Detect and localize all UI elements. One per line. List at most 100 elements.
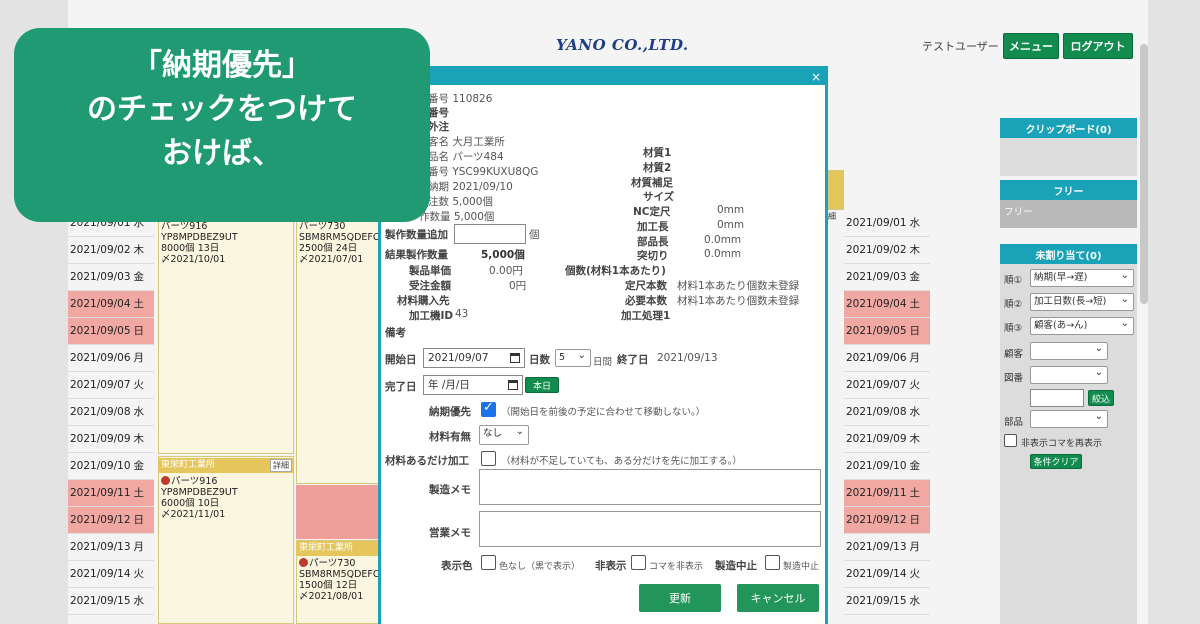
calendar-icon[interactable] — [508, 380, 518, 390]
machine-id: 43 — [455, 308, 469, 320]
proc-label: 加工処理1 — [621, 310, 671, 322]
caption-line-3: おけば、 — [162, 136, 282, 171]
update-button[interactable]: 更新 — [639, 584, 721, 612]
end-date-label: 終了日 — [617, 354, 649, 366]
card-3[interactable]: パーツ916 YP8MPDBEZ9UT 6000個 10日 〆2021/11/0… — [161, 476, 238, 520]
size-label: サイズ — [643, 191, 675, 203]
result-qty-label: 結果製作数量 — [385, 249, 448, 261]
calendar-row: 2021/09/13 月 — [68, 534, 154, 561]
calendar-row: 2021/09/14 火 — [844, 561, 930, 588]
result-qty: 5,000個 — [481, 249, 525, 261]
stop-checkbox[interactable] — [765, 555, 780, 570]
calendar-left: 2021/09/01 水 2021/09/02 木 2021/09/03 金 2021/09… — [68, 210, 154, 615]
sort3-label: 順③ — [1004, 323, 1023, 334]
outsource-label: 外注 — [428, 121, 449, 133]
color-note: 色なし（黒で表示） — [499, 562, 581, 572]
holiday-block — [296, 485, 380, 539]
board-column-right-header — [828, 170, 844, 210]
calendar-row: 2021/09/14 火 — [68, 561, 154, 588]
calendar-row: 2021/09/03 金 — [68, 264, 154, 291]
sort3-select[interactable]: 顧客(あ→ん) — [1030, 316, 1134, 335]
priority-checkbox[interactable] — [481, 400, 496, 417]
dialog-titlebar: × — [381, 69, 825, 85]
clipboard-header[interactable]: クリップボード(0) — [1000, 118, 1137, 138]
page-scrollbar[interactable] — [1140, 44, 1148, 304]
calendar-row: 2021/09/03 金 — [844, 264, 930, 291]
machine-label: 加工機ID — [409, 310, 454, 322]
close-icon[interactable]: × — [811, 69, 821, 85]
calendar-row: 2021/09/06 月 — [68, 345, 154, 372]
logout-button[interactable]: ログアウト — [1063, 33, 1133, 59]
material-label: 材料有無 — [429, 431, 471, 443]
calendar-row: 2021/09/11 土 — [844, 480, 930, 507]
caption-line-1: 「納期優先」 — [132, 48, 312, 83]
add-qty-unit: 個 — [529, 229, 540, 241]
menu-button[interactable]: メニュー — [1003, 33, 1059, 59]
stop-label: 製造中止 — [715, 560, 757, 572]
partial-checkbox[interactable] — [481, 451, 496, 466]
add-qty-input[interactable] — [454, 224, 526, 244]
calendar-row: 2021/09/08 水 — [68, 399, 154, 426]
card-2[interactable]: パーツ730 SBM8RM5QDEFC 2500個 24日 〆2021/07/0… — [299, 221, 380, 265]
caption-overlay: 「納期優先」 のチェックをつけて おけば、 — [14, 28, 430, 222]
partial-label: 材料あるだけ加工 — [385, 455, 469, 467]
sort2-label: 順② — [1004, 299, 1023, 310]
calendar-right: 2021/09/01 水 2021/09/02 木 2021/09/03 金 2021/09… — [844, 210, 930, 615]
hide-label: 非表示 — [595, 560, 627, 572]
today-button[interactable]: 本日 — [525, 377, 559, 393]
alert-icon — [299, 558, 308, 567]
clear-filter-button[interactable]: 条件クリア — [1030, 454, 1082, 469]
free-header[interactable]: フリー — [1000, 180, 1137, 200]
part-select[interactable] — [1030, 409, 1108, 428]
sort2-select[interactable]: 加工日数(長→短) — [1030, 292, 1134, 311]
part-len-value: 0.0mm — [704, 234, 742, 246]
start-date-input[interactable]: 2021/09/07 — [423, 348, 525, 368]
priority-note: （開始日を前後の予定に合わせて移動しない。） — [501, 407, 706, 418]
card-3-detail-button[interactable]: 詳細 — [270, 459, 292, 472]
card-detail-small[interactable]: 細 — [828, 211, 836, 222]
card-4[interactable]: パーツ730 SBM8RM5QDEFC 1500個 12日 〆2021/08/0… — [299, 558, 380, 602]
customer-select[interactable] — [1030, 341, 1108, 360]
row-number-label: 番号 — [428, 107, 449, 119]
free-item[interactable]: フリー — [1000, 200, 1137, 228]
std-qty-label: 定尺本数 — [625, 280, 667, 292]
narrow-button[interactable]: 絞込 — [1088, 390, 1114, 406]
sort1-select[interactable]: 納期(早→遅) — [1030, 268, 1134, 287]
card-1[interactable]: パーツ916 YP8MPDBEZ9UT 8000個 13日 〆2021/10/0… — [161, 221, 238, 265]
cancel-button[interactable]: キャンセル — [737, 584, 819, 612]
calendar-row: 2021/09/04 土 — [844, 291, 930, 318]
unassigned-header[interactable]: 未割り当て(0) — [1000, 244, 1137, 264]
show-hidden-checkbox[interactable] — [1004, 434, 1017, 447]
finish-date-label: 完了日 — [385, 381, 417, 393]
due-date: 納期 2021/09/10 — [428, 181, 513, 193]
calendar-row: 2021/09/12 日 — [844, 507, 930, 534]
cut-label: 突切り — [637, 250, 669, 262]
days-select[interactable]: 5 — [555, 348, 591, 367]
nc-value: 0mm — [717, 204, 745, 216]
calendar-row: 2021/09/05 日 — [68, 318, 154, 345]
finish-date-input[interactable]: 年 /月/日 — [423, 375, 523, 395]
need-qty-label: 必要本数 — [625, 295, 667, 307]
mat-supp-label: 材質補足 — [631, 177, 673, 189]
calendar-icon[interactable] — [510, 353, 520, 363]
sales-memo-textarea[interactable] — [479, 511, 821, 547]
need-qty-value: 材料1本あたり個数未登録 — [677, 295, 800, 307]
calendar-row: 2021/09/15 水 — [68, 588, 154, 615]
order-number: 番号 110826 — [428, 93, 493, 105]
drawing-select[interactable] — [1030, 365, 1108, 384]
material-select[interactable]: なし — [479, 424, 529, 445]
user-name: テストユーザー — [922, 40, 999, 53]
customer-name: 客名 大月工業所 — [428, 136, 505, 148]
drawing-input[interactable] — [1030, 389, 1084, 407]
color-checkbox[interactable] — [481, 555, 496, 570]
hide-checkbox[interactable] — [631, 555, 646, 570]
calendar-row: 2021/09/10 金 — [68, 453, 154, 480]
calendar-row: 2021/09/09 木 — [68, 426, 154, 453]
calendar-row: 2021/09/02 木 — [68, 237, 154, 264]
production-quantity: 作数量 5,000個 — [419, 211, 495, 223]
calendar-row: 2021/09/09 木 — [844, 426, 930, 453]
pcs-label: 個数(材料1本あたり) — [565, 265, 666, 277]
mat1-label: 材質1 — [643, 147, 672, 159]
alert-icon — [161, 476, 170, 485]
mfg-memo-textarea[interactable] — [479, 469, 821, 505]
